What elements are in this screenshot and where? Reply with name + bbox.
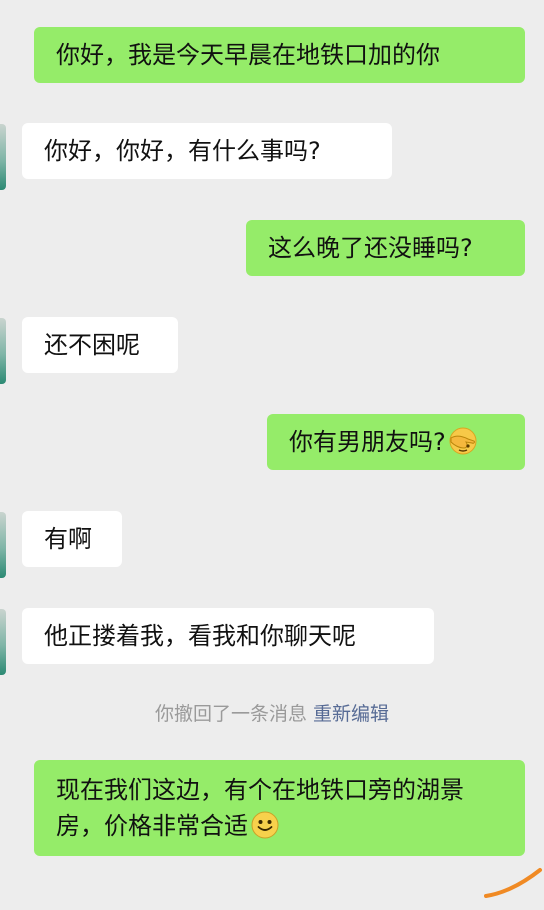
- message-bubble-received[interactable]: 还不困呢: [22, 317, 178, 373]
- avatar[interactable]: [0, 609, 6, 675]
- re-edit-link[interactable]: 重新编辑: [313, 703, 389, 725]
- message-text: 你好，你好，有什么事吗?: [44, 137, 321, 165]
- recall-notice: 你撤回了一条消息 重新编辑: [0, 700, 544, 728]
- message-text: 有啊: [44, 525, 92, 553]
- message-bubble-sent[interactable]: 这么晚了还没睡吗?: [246, 220, 525, 276]
- avatar[interactable]: [0, 124, 6, 190]
- message-bubble-sent[interactable]: 现在我们这边，有个在地铁口旁的湖景房，价格非常合适: [34, 760, 525, 856]
- message-text: 你好，我是今天早晨在地铁口加的你: [56, 41, 440, 69]
- hand-facepalm-emoji-icon: [449, 427, 477, 455]
- recall-notice-text: 你撤回了一条消息: [154, 703, 307, 725]
- message-text: 还不困呢: [44, 331, 140, 359]
- orange-swoosh-mark: [484, 868, 542, 898]
- message-bubble-sent[interactable]: 你有男朋友吗?: [267, 414, 525, 470]
- avatar[interactable]: [0, 318, 6, 384]
- message-bubble-received[interactable]: 有啊: [22, 511, 122, 567]
- avatar[interactable]: [0, 512, 6, 578]
- message-bubble-received[interactable]: 你好，你好，有什么事吗?: [22, 123, 392, 179]
- message-bubble-received[interactable]: 他正搂着我，看我和你聊天呢: [22, 608, 434, 664]
- message-text: 这么晚了还没睡吗?: [268, 234, 473, 262]
- smiley-face-emoji-icon: [251, 811, 279, 839]
- message-text: 你有男朋友吗?: [289, 428, 446, 456]
- message-text: 他正搂着我，看我和你聊天呢: [44, 622, 356, 650]
- message-bubble-sent[interactable]: 你好，我是今天早晨在地铁口加的你: [34, 27, 525, 83]
